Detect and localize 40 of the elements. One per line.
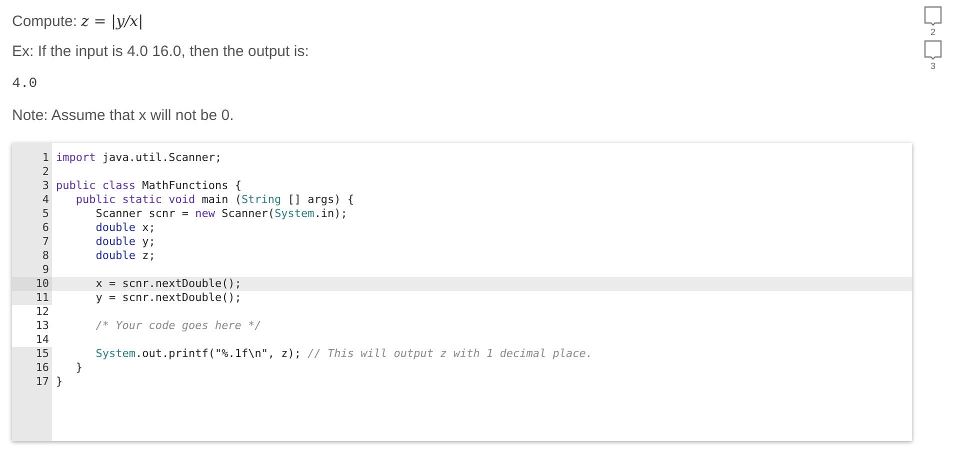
line-number: 17 <box>36 375 49 389</box>
code-line: /* Your code goes here */ <box>94 319 262 333</box>
formula: z = |y/x| <box>81 11 144 32</box>
code-line: } <box>74 361 82 375</box>
code-line: double y; <box>94 235 156 249</box>
line-number: 4 <box>42 193 49 207</box>
checkpoint-icon <box>924 40 942 60</box>
line-number: 11 <box>36 291 49 305</box>
line-number: 13 <box>36 319 49 333</box>
code-line: x = scnr.nextDouble(); <box>94 277 242 291</box>
line-number: 10 <box>36 277 49 291</box>
line-number: 12 <box>36 305 49 319</box>
code-line: } <box>56 375 63 389</box>
code-line: System.out.printf("%.1f\n", z); // This will output z with 1 decimal place. <box>94 347 592 361</box>
checkpoint-label: 2 <box>930 26 936 38</box>
note-text: Note: Assume that x will not be 0. <box>12 106 234 126</box>
line-number: 2 <box>42 165 49 179</box>
example-output: 4.0 <box>12 74 38 94</box>
line-number: 16 <box>36 361 49 375</box>
code-editor[interactable] <box>12 143 912 441</box>
prompt-label: Compute: <box>12 12 78 32</box>
line-number: 6 <box>42 221 49 235</box>
code-line: public static void main (String [] args) { <box>74 193 354 207</box>
line-number: 9 <box>42 263 49 277</box>
line-number: 8 <box>42 249 49 263</box>
example-text: Ex: If the input is 4.0 16.0, then the output is: <box>12 42 309 62</box>
line-number: 1 <box>42 151 49 165</box>
checkpoint-label: 3 <box>930 60 936 72</box>
line-number: 3 <box>42 179 49 193</box>
line-number: 15 <box>36 347 49 361</box>
code-line: double x; <box>94 221 156 235</box>
code-line: public class MathFunctions { <box>56 179 242 193</box>
code-line: double z; <box>94 249 156 263</box>
line-number: 7 <box>42 235 49 249</box>
line-number: 14 <box>36 333 49 347</box>
line-number: 5 <box>42 207 49 221</box>
code-line: y = scnr.nextDouble(); <box>94 291 242 305</box>
code-line: Scanner scnr = new Scanner(System.in); <box>94 207 348 221</box>
code-line: import java.util.Scanner; <box>56 151 222 165</box>
checkpoint-icon <box>924 6 942 26</box>
